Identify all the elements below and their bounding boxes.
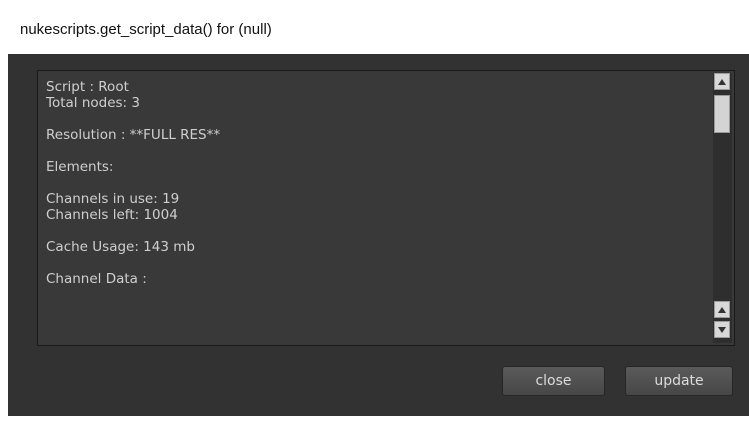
text-line: Total nodes: 3 bbox=[46, 95, 140, 111]
text-line: Channels in use: 19 bbox=[46, 191, 180, 207]
text-line bbox=[46, 255, 706, 271]
text-line: Elements: bbox=[46, 159, 114, 175]
text-line: Resolution : **FULL RES** bbox=[46, 127, 221, 143]
text-line bbox=[46, 111, 706, 127]
text-line: Channels left: 1004 bbox=[46, 207, 178, 223]
window-title: nukescripts.get_script_data() for (null) bbox=[20, 21, 272, 38]
script-data-textarea[interactable]: Script : Root Total nodes: 3 Resolution … bbox=[37, 70, 735, 346]
scroll-up-button-lower[interactable] bbox=[714, 301, 730, 318]
text-line bbox=[46, 175, 706, 191]
script-data-text: Script : Root Total nodes: 3 Resolution … bbox=[46, 79, 706, 287]
arrow-up-icon bbox=[718, 78, 726, 85]
text-line: Channel Data : bbox=[46, 271, 147, 287]
title-bar[interactable]: nukescripts.get_script_data() for (null) bbox=[8, 8, 749, 54]
text-line bbox=[46, 223, 706, 239]
vertical-scrollbar[interactable] bbox=[713, 73, 732, 343]
dialog-body: Script : Root Total nodes: 3 Resolution … bbox=[8, 54, 749, 416]
arrow-down-icon bbox=[718, 326, 726, 333]
update-button[interactable]: update bbox=[625, 366, 733, 396]
script-data-dialog: nukescripts.get_script_data() for (null)… bbox=[0, 0, 749, 422]
scrollbar-thumb[interactable] bbox=[714, 95, 730, 133]
scroll-down-button[interactable] bbox=[714, 321, 730, 338]
scroll-up-button[interactable] bbox=[714, 73, 730, 90]
text-line: Cache Usage: 143 mb bbox=[46, 239, 195, 255]
text-line: Script : Root bbox=[46, 79, 129, 95]
text-line bbox=[46, 143, 706, 159]
close-button[interactable]: close bbox=[502, 366, 605, 396]
arrow-up-icon bbox=[718, 306, 726, 313]
